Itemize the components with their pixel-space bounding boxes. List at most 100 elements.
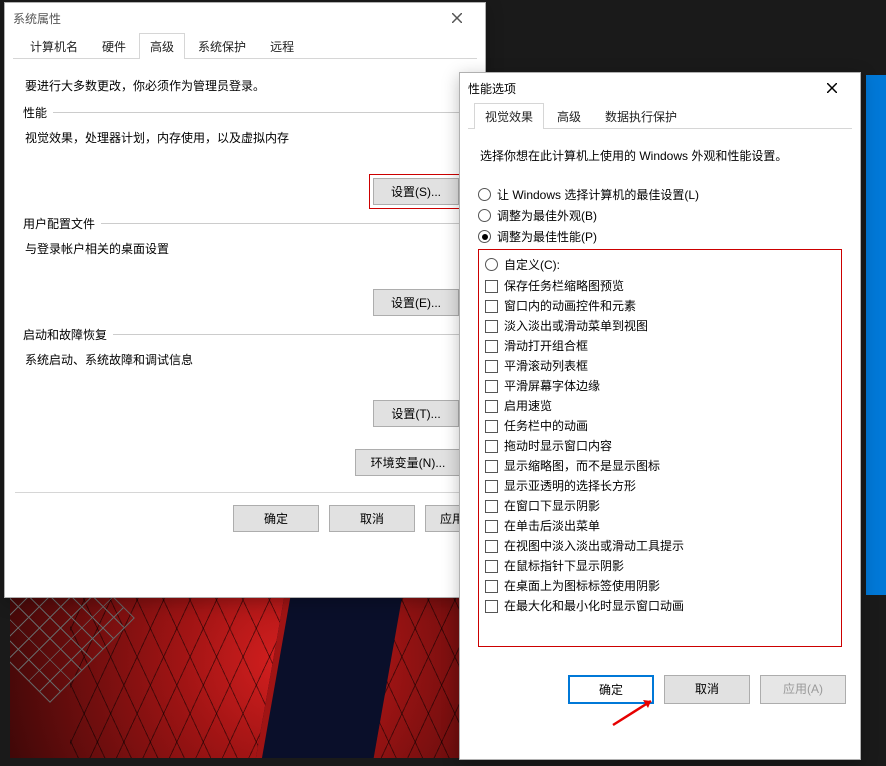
effect-label: 保存任务栏缩略图预览 <box>504 277 624 295</box>
effect-row[interactable]: 在单击后淡出菜单 <box>485 517 835 535</box>
effect-label: 在视图中淡入淡出或滑动工具提示 <box>504 537 684 555</box>
effect-label: 启用速览 <box>504 397 552 415</box>
close-icon <box>452 13 462 23</box>
effect-row[interactable]: 平滑滚动列表框 <box>485 357 835 375</box>
performance-legend: 性能 <box>23 104 53 121</box>
system-properties-tabs: 计算机名 硬件 高级 系统保护 远程 <box>13 33 477 59</box>
visual-effects-panel: 选择你想在此计算机上使用的 Windows 外观和性能设置。 让 Windows… <box>460 129 860 657</box>
settings-user-profiles-button[interactable]: 设置(E)... <box>373 289 459 316</box>
effect-row[interactable]: 窗口内的动画控件和元素 <box>485 297 835 315</box>
effect-label: 在窗口下显示阴影 <box>504 497 600 515</box>
advanced-panel: 要进行大多数更改，你必须作为管理员登录。 性能 视觉效果，处理器计划，内存使用，… <box>5 59 485 486</box>
effect-row[interactable]: 平滑屏幕字体边缘 <box>485 377 835 395</box>
close-button[interactable] <box>437 3 477 33</box>
performance-fieldset: 性能 视觉效果，处理器计划，内存使用，以及虚拟内存 设置(S)... <box>23 112 467 205</box>
ok-button[interactable]: 确定 <box>233 505 319 532</box>
effect-checkbox[interactable] <box>485 280 498 293</box>
radio-best-appearance-label: 调整为最佳外观(B) <box>497 207 597 224</box>
effect-label: 滑动打开组合框 <box>504 337 588 355</box>
close-icon <box>827 83 837 93</box>
effect-checkbox[interactable] <box>485 520 498 533</box>
tab-remote[interactable]: 远程 <box>259 33 305 59</box>
annotation-arrow <box>655 711 667 723</box>
effect-checkbox[interactable] <box>485 480 498 493</box>
effect-row[interactable]: 在鼠标指针下显示阴影 <box>485 557 835 575</box>
effect-row[interactable]: 在窗口下显示阴影 <box>485 497 835 515</box>
close-button[interactable] <box>812 73 852 103</box>
settings-startup-button[interactable]: 设置(T)... <box>373 400 459 427</box>
tab-visual-effects[interactable]: 视觉效果 <box>474 103 544 129</box>
startup-fieldset: 启动和故障恢复 系统启动、系统故障和调试信息 设置(T)... <box>23 334 467 427</box>
desktop-accent-bar <box>866 75 886 595</box>
radio-best-performance[interactable] <box>478 230 491 243</box>
effect-checkbox[interactable] <box>485 320 498 333</box>
radio-auto[interactable] <box>478 188 491 201</box>
effect-checkbox[interactable] <box>485 360 498 373</box>
effect-row[interactable]: 在桌面上为图标标签使用阴影 <box>485 577 835 595</box>
radio-custom-label: 自定义(C): <box>504 256 560 273</box>
effect-label: 显示亚透明的选择长方形 <box>504 477 636 495</box>
custom-effects-box: 自定义(C): 保存任务栏缩略图预览窗口内的动画控件和元素淡入淡出或滑动菜单到视… <box>478 249 842 647</box>
radio-appearance-row[interactable]: 调整为最佳外观(B) <box>478 207 842 224</box>
performance-desc: 视觉效果，处理器计划，内存使用，以及虚拟内存 <box>25 129 465 146</box>
system-properties-titlebar[interactable]: 系统属性 <box>5 3 485 33</box>
effect-label: 平滑屏幕字体边缘 <box>504 377 600 395</box>
startup-legend: 启动和故障恢复 <box>23 326 113 343</box>
effect-checkbox[interactable] <box>485 460 498 473</box>
tab-advanced[interactable]: 高级 <box>139 33 185 59</box>
user-profiles-desc: 与登录帐户相关的桌面设置 <box>25 240 465 257</box>
effect-label: 平滑滚动列表框 <box>504 357 588 375</box>
startup-desc: 系统启动、系统故障和调试信息 <box>25 351 465 368</box>
tab-dep[interactable]: 数据执行保护 <box>594 103 688 129</box>
effect-row[interactable]: 淡入淡出或滑动菜单到视图 <box>485 317 835 335</box>
environment-variables-button[interactable]: 环境变量(N)... <box>355 449 461 476</box>
tab-hardware[interactable]: 硬件 <box>91 33 137 59</box>
cancel-button[interactable]: 取消 <box>664 675 750 704</box>
visual-effects-intro: 选择你想在此计算机上使用的 Windows 外观和性能设置。 <box>480 147 842 164</box>
effect-row[interactable]: 滑动打开组合框 <box>485 337 835 355</box>
system-properties-title: 系统属性 <box>13 10 61 27</box>
radio-auto-label: 让 Windows 选择计算机的最佳设置(L) <box>497 186 699 203</box>
radio-best-appearance[interactable] <box>478 209 491 222</box>
admin-note: 要进行大多数更改，你必须作为管理员登录。 <box>25 77 467 94</box>
effect-label: 任务栏中的动画 <box>504 417 588 435</box>
effect-row[interactable]: 在视图中淡入淡出或滑动工具提示 <box>485 537 835 555</box>
effect-row[interactable]: 显示缩略图，而不是显示图标 <box>485 457 835 475</box>
performance-options-title: 性能选项 <box>468 80 516 97</box>
radio-performance-row[interactable]: 调整为最佳性能(P) <box>478 228 842 245</box>
effect-row[interactable]: 任务栏中的动画 <box>485 417 835 435</box>
tab-perf-advanced[interactable]: 高级 <box>546 103 592 129</box>
cancel-button[interactable]: 取消 <box>329 505 415 532</box>
apply-button: 应用(A) <box>760 675 846 704</box>
effect-label: 在桌面上为图标标签使用阴影 <box>504 577 660 595</box>
tab-computer-name[interactable]: 计算机名 <box>19 33 89 59</box>
effect-checkbox[interactable] <box>485 340 498 353</box>
effect-label: 窗口内的动画控件和元素 <box>504 297 636 315</box>
effect-row[interactable]: 显示亚透明的选择长方形 <box>485 477 835 495</box>
effect-checkbox[interactable] <box>485 540 498 553</box>
performance-options-titlebar[interactable]: 性能选项 <box>460 73 860 103</box>
effect-row[interactable]: 启用速览 <box>485 397 835 415</box>
effect-checkbox[interactable] <box>485 580 498 593</box>
system-properties-buttons: 确定 取消 应用( <box>5 493 485 544</box>
effect-checkbox[interactable] <box>485 300 498 313</box>
effect-checkbox[interactable] <box>485 380 498 393</box>
settings-performance-button[interactable]: 设置(S)... <box>373 178 459 205</box>
effect-checkbox[interactable] <box>485 600 498 613</box>
radio-custom[interactable] <box>485 258 498 271</box>
effect-checkbox[interactable] <box>485 560 498 573</box>
performance-options-window: 性能选项 视觉效果 高级 数据执行保护 选择你想在此计算机上使用的 Window… <box>459 72 861 760</box>
tab-system-protection[interactable]: 系统保护 <box>187 33 257 59</box>
effect-label: 拖动时显示窗口内容 <box>504 437 612 455</box>
effect-row[interactable]: 拖动时显示窗口内容 <box>485 437 835 455</box>
effect-label: 在单击后淡出菜单 <box>504 517 600 535</box>
effect-checkbox[interactable] <box>485 440 498 453</box>
radio-auto-row[interactable]: 让 Windows 选择计算机的最佳设置(L) <box>478 186 842 203</box>
effect-label: 淡入淡出或滑动菜单到视图 <box>504 317 648 335</box>
effect-checkbox[interactable] <box>485 400 498 413</box>
effect-checkbox[interactable] <box>485 500 498 513</box>
effect-checkbox[interactable] <box>485 420 498 433</box>
radio-custom-row[interactable]: 自定义(C): <box>485 256 835 273</box>
effect-row[interactable]: 保存任务栏缩略图预览 <box>485 277 835 295</box>
effect-row[interactable]: 在最大化和最小化时显示窗口动画 <box>485 597 835 615</box>
